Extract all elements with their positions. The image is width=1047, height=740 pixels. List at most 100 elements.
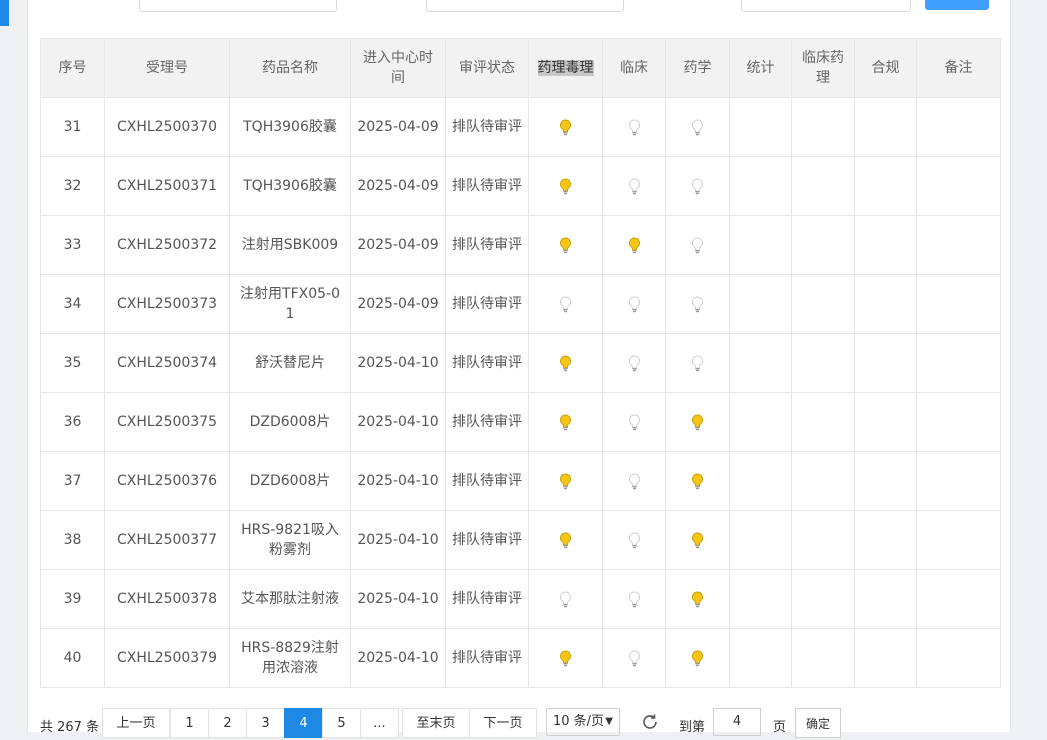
cell-pharmacy <box>665 333 730 393</box>
column-header-label: 合规 <box>871 60 900 76</box>
cell-statistics <box>729 156 792 216</box>
column-header-seq: 序号 <box>40 38 105 98</box>
cell-remarks <box>916 392 1001 452</box>
cell-pharmacology <box>528 510 603 570</box>
column-header-clinical: 临床 <box>602 38 666 98</box>
column-header-label: 审评状态 <box>459 60 515 76</box>
goto-suffix: 页 <box>773 720 787 735</box>
cell-remarks <box>916 274 1001 334</box>
next-page-button[interactable]: 下一页 <box>469 708 537 738</box>
cell-seq: 39 <box>40 569 105 629</box>
lightbulb-off-icon <box>628 295 641 313</box>
lightbulb-on-icon <box>559 354 572 372</box>
cell-pharmacy <box>665 215 730 275</box>
cell-enter-time: 2025-04-10 <box>350 392 446 452</box>
cell-status: 排队待审评 <box>445 392 529 452</box>
cell-drug-name: 舒沃替尼片 <box>229 333 351 393</box>
column-header-label: 药品名称 <box>262 60 318 76</box>
confirm-button[interactable]: 确定 <box>795 708 841 738</box>
column-header-label: 统计 <box>746 60 775 76</box>
cell-clinical-pharmacology <box>791 510 855 570</box>
cell-accept-no: CXHL2500375 <box>104 392 230 452</box>
cell-statistics <box>729 510 792 570</box>
cell-pharmacy <box>665 510 730 570</box>
cell-pharmacy <box>665 451 730 511</box>
column-header-label: 受理号 <box>146 60 188 76</box>
cell-clinical-pharmacology <box>791 392 855 452</box>
cell-remarks <box>916 451 1001 511</box>
table-row: 36 CXHL2500375 DZD6008片 2025-04-10 排队待审评 <box>40 392 1001 452</box>
cell-accept-no: CXHL2500376 <box>104 451 230 511</box>
left-accent-bar <box>0 0 9 26</box>
filter-input-3[interactable] <box>741 0 911 12</box>
cell-pharmacology <box>528 392 603 452</box>
cell-seq: 32 <box>40 156 105 216</box>
table-row: 32 CXHL2500371 TQH3906胶囊 2025-04-09 排队待审评 <box>40 156 1001 216</box>
cell-compliance <box>854 628 917 688</box>
table-body: 31 CXHL2500370 TQH3906胶囊 2025-04-09 排队待审评 32 C… <box>40 97 1001 688</box>
page-button-3[interactable]: 3 <box>246 708 285 738</box>
column-header-label: 进入中心时间 <box>363 50 433 86</box>
cell-enter-time: 2025-04-10 <box>350 628 446 688</box>
cell-drug-name: HRS-8829注射用浓溶液 <box>229 628 351 688</box>
table-row: 37 CXHL2500376 DZD6008片 2025-04-10 排队待审评 <box>40 451 1001 511</box>
cell-seq: 31 <box>40 97 105 157</box>
cell-compliance <box>854 569 917 629</box>
column-header-label: 药学 <box>683 60 712 76</box>
filter-input-2[interactable] <box>426 0 624 12</box>
prev-page-button[interactable]: 上一页 <box>102 708 170 738</box>
cell-accept-no: CXHL2500378 <box>104 569 230 629</box>
cell-compliance <box>854 451 917 511</box>
column-header-statistics: 统计 <box>729 38 792 98</box>
cell-enter-time: 2025-04-10 <box>350 333 446 393</box>
cell-pharmacology <box>528 97 603 157</box>
column-header-clinical-pharmacology: 临床药理 <box>791 38 855 98</box>
chevron-down-icon: ▼ <box>605 716 613 727</box>
cell-status: 排队待审评 <box>445 569 529 629</box>
cell-statistics <box>729 451 792 511</box>
cell-clinical-pharmacology <box>791 451 855 511</box>
cell-compliance <box>854 215 917 275</box>
lightbulb-off-icon <box>628 590 641 608</box>
cell-clinical <box>602 156 666 216</box>
search-button[interactable] <box>925 0 989 10</box>
cell-compliance <box>854 156 917 216</box>
filter-input-1[interactable] <box>139 0 337 12</box>
page-ellipsis[interactable]: ... <box>360 708 399 738</box>
page-button-5[interactable]: 5 <box>322 708 361 738</box>
column-header-label: 药理毒理 <box>537 60 594 76</box>
cell-seq: 33 <box>40 215 105 275</box>
cell-drug-name: 艾本那肽注射液 <box>229 569 351 629</box>
cell-accept-no: CXHL2500372 <box>104 215 230 275</box>
cell-remarks <box>916 215 1001 275</box>
cell-clinical-pharmacology <box>791 156 855 216</box>
cell-compliance <box>854 333 917 393</box>
page-button-2[interactable]: 2 <box>208 708 247 738</box>
cell-statistics <box>729 333 792 393</box>
cell-pharmacy <box>665 392 730 452</box>
column-header-compliance: 合规 <box>854 38 917 98</box>
lightbulb-off-icon <box>628 354 641 372</box>
cell-statistics <box>729 392 792 452</box>
refresh-icon[interactable] <box>640 712 660 732</box>
cell-clinical <box>602 510 666 570</box>
lightbulb-on-icon <box>559 472 572 490</box>
cell-seq: 34 <box>40 274 105 334</box>
cell-clinical-pharmacology <box>791 333 855 393</box>
column-header-label: 序号 <box>58 60 87 76</box>
cell-accept-no: CXHL2500374 <box>104 333 230 393</box>
cell-status: 排队待审评 <box>445 333 529 393</box>
cell-statistics <box>729 215 792 275</box>
lightbulb-on-icon <box>691 413 704 431</box>
cell-clinical <box>602 333 666 393</box>
page-button-1[interactable]: 1 <box>170 708 209 738</box>
table-row: 31 CXHL2500370 TQH3906胶囊 2025-04-09 排队待审评 <box>40 97 1001 157</box>
cell-pharmacy <box>665 274 730 334</box>
last-page-button[interactable]: 至末页 <box>402 708 470 738</box>
table-row: 40 CXHL2500379 HRS-8829注射用浓溶液 2025-04-10 排队待… <box>40 628 1001 688</box>
cell-status: 排队待审评 <box>445 451 529 511</box>
page-button-4[interactable]: 4 <box>284 708 323 738</box>
cell-pharmacology <box>528 274 603 334</box>
lightbulb-off-icon <box>628 472 641 490</box>
cell-pharmacology <box>528 569 603 629</box>
